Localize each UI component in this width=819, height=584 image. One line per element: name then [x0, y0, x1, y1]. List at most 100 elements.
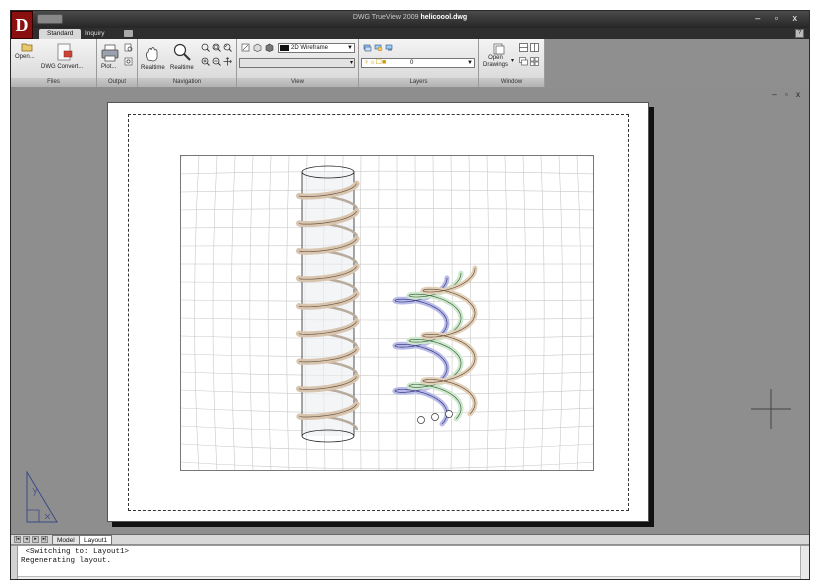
open-folder-icon[interactable] [21, 42, 33, 52]
layer-previous-icon[interactable] [385, 43, 394, 52]
ucs-icon [26, 470, 58, 523]
named-view-dropdown: ▾ [239, 58, 355, 68]
ribbon: Open... DWG Convert... Files Plot... Out… [11, 39, 545, 87]
dwg-convert-button[interactable]: DWG Convert... [41, 64, 83, 70]
panel-title-output: Output [97, 78, 137, 87]
open-drawings-button[interactable]: Open Drawings [483, 55, 508, 69]
command-line-hscrollbar[interactable] [18, 576, 800, 579]
layer-properties-icon[interactable] [363, 43, 372, 52]
zoom-out-icon[interactable] [212, 57, 221, 66]
plot-printer-icon[interactable] [101, 44, 119, 62]
panel-title-view: View [237, 78, 358, 87]
page-setup-icon[interactable] [124, 57, 133, 66]
command-line[interactable]: <Switching to: Layout1> Regenerating layo… [11, 545, 809, 579]
grid-line [181, 353, 593, 358]
grid-line [486, 156, 490, 470]
visual-style-value: 2D Wireframe [291, 45, 329, 51]
shade-cube-icon[interactable] [265, 43, 274, 52]
last-layout-button[interactable]: ▸| [41, 536, 48, 543]
tile-horizontal-icon[interactable] [519, 43, 528, 52]
grid-line [432, 156, 435, 470]
quick-access-toolbar[interactable] [37, 14, 63, 24]
grid-line [181, 461, 593, 470]
visual-style-dropdown[interactable]: 2D Wireframe ▼ [278, 43, 355, 53]
zoom-previous-icon[interactable] [223, 43, 232, 52]
plot-preview-icon[interactable] [124, 43, 133, 52]
grid-line [181, 189, 593, 193]
ribbon-tab-bar: Standard Inquiry ? [11, 28, 809, 39]
layer-dropdown[interactable]: ♀☼☐■ 0 ▼ [361, 58, 475, 68]
tile-vertical-icon[interactable] [530, 43, 539, 52]
help-button[interactable]: ? [795, 29, 804, 38]
named-views-icon[interactable] [241, 43, 250, 52]
layer-state-icons: ♀☼☐■ [364, 59, 387, 66]
crosshair-cursor [751, 389, 791, 429]
arrange-icons-icon[interactable] [530, 57, 539, 66]
panel-files: Open... DWG Convert... Files [11, 39, 97, 87]
grid-line [181, 425, 593, 432]
command-line-scrollbar[interactable] [800, 546, 809, 579]
chevron-down-icon[interactable]: ▾ [511, 57, 514, 64]
spring-end [431, 413, 439, 421]
helix-drawing [181, 156, 593, 470]
title-bar: DWG TrueView 2009 helicoool.dwg – ▫ x [11, 11, 809, 28]
chevron-down-icon: ▼ [467, 60, 473, 66]
command-history-line: <Switching to: Layout1> [21, 548, 130, 556]
grid-line [181, 389, 593, 395]
grid-line [576, 156, 582, 470]
layout-viewport[interactable] [180, 155, 594, 471]
spring-end [417, 416, 425, 424]
dwg-convert-icon[interactable] [57, 43, 73, 63]
panel-title-window: Window [479, 78, 544, 87]
drawing-window-controls[interactable]: – ▫ x [772, 90, 803, 99]
grid-line [194, 156, 200, 470]
window-title-file: helicoool.dwg [420, 14, 468, 21]
spring-end [445, 410, 453, 418]
view-cube-icon[interactable] [253, 43, 262, 52]
application-menu-button[interactable]: D [11, 11, 33, 39]
cascade-icon[interactable] [519, 57, 528, 66]
layer-states-icon[interactable] [374, 43, 383, 52]
layout-paper [107, 102, 649, 522]
drawing-area[interactable]: – ▫ x [11, 88, 809, 534]
grid-line [540, 156, 545, 470]
minimize-ribbon-icon[interactable] [124, 30, 133, 37]
tab-layout1[interactable]: Layout1 [79, 535, 113, 545]
grid-line [181, 281, 593, 284]
open-button[interactable]: Open... [15, 54, 35, 60]
chevron-down-icon: ▼ [347, 45, 353, 51]
open-drawings-icon[interactable] [493, 43, 505, 55]
previous-layout-button[interactable]: ◂ [23, 536, 30, 543]
panel-title-navigation: Navigation [138, 78, 236, 87]
pan-realtime-button[interactable]: Realtime [141, 65, 165, 71]
first-layout-button[interactable]: |◂ [14, 536, 21, 543]
tab-model[interactable]: Model [52, 535, 80, 545]
window-controls[interactable]: – ▫ x [755, 13, 803, 23]
grid-line [181, 407, 593, 414]
grid-line [181, 226, 593, 229]
grid-line [231, 156, 236, 470]
grid-line [286, 156, 290, 470]
grid-line [450, 156, 453, 470]
plot-button[interactable]: Plot... [101, 64, 116, 70]
grid-line [181, 208, 593, 211]
panel-output: Plot... Output [97, 39, 138, 87]
next-layout-button[interactable]: ▸ [32, 536, 39, 543]
panel-layers: ♀☼☐■ 0 ▼ Layers [359, 39, 479, 87]
grid-line [267, 156, 272, 470]
zoom-window-icon[interactable] [201, 43, 210, 52]
zoom-extents-icon[interactable] [212, 43, 221, 52]
command-line-grip[interactable] [11, 546, 18, 579]
tab-inquiry[interactable]: Inquiry [77, 29, 113, 39]
zoom-realtime-icon[interactable] [173, 43, 191, 61]
grid-line [359, 156, 362, 470]
grid-line [504, 156, 508, 470]
tab-standard[interactable]: Standard [39, 29, 82, 39]
orbit-icon[interactable] [223, 57, 232, 66]
panel-title-layers: Layers [359, 78, 478, 87]
grid-line [468, 156, 471, 470]
zoom-in-icon[interactable] [201, 57, 210, 66]
zoom-realtime-button[interactable]: Realtime [170, 65, 194, 71]
pan-hand-icon[interactable] [144, 46, 160, 62]
command-history-line: Regenerating layout. [21, 557, 112, 565]
